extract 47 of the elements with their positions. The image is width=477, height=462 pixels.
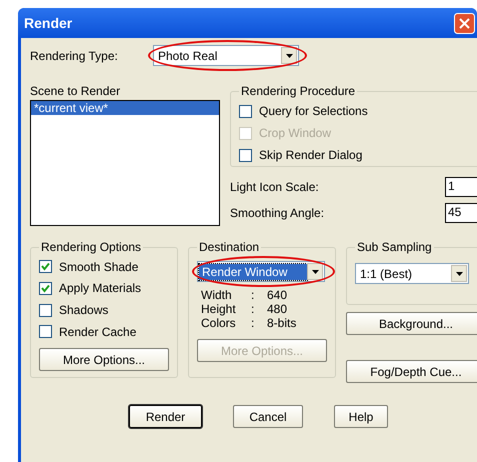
checkbox-label: Smooth Shade <box>59 260 138 274</box>
info-label: Height <box>201 302 237 316</box>
info-label: Colors <box>201 316 237 330</box>
checkbox[interactable] <box>239 148 252 162</box>
more-options-button[interactable]: More Options... <box>39 348 169 371</box>
dialog-button[interactable]: Render <box>129 405 202 428</box>
dropdown[interactable]: Render Window <box>197 261 325 282</box>
input-field[interactable]: 45 <box>445 203 477 223</box>
info-separator: : <box>251 302 256 316</box>
info-value: 480 <box>267 302 288 316</box>
checkbox-label: Skip Render Dialog <box>259 148 362 162</box>
info-label: Width <box>201 288 233 302</box>
info-value: 8-bits <box>267 316 298 330</box>
dropdown[interactable]: Photo Real <box>153 45 299 66</box>
dialog-button[interactable]: Fog/Depth Cue... <box>346 360 477 383</box>
dropdown[interactable]: 1:1 (Best) <box>355 263 469 284</box>
info-value: 640 <box>267 288 288 302</box>
caret-icon <box>312 270 318 274</box>
dialog-button[interactable]: Help <box>334 405 388 428</box>
info-separator: : <box>251 316 256 330</box>
close-icon[interactable] <box>454 12 475 34</box>
caret-icon <box>286 54 292 58</box>
checkbox[interactable] <box>39 282 52 295</box>
field-label: Smoothing Angle: <box>230 206 324 220</box>
dialog-button[interactable]: Cancel <box>233 405 303 428</box>
input-field[interactable]: 1 <box>445 177 477 197</box>
group-title: Rendering Procedure <box>240 84 356 98</box>
checkbox[interactable] <box>39 260 52 274</box>
checkbox-label: Query for Selections <box>259 104 368 118</box>
checkbox-label: Crop Window <box>259 126 332 140</box>
list-item[interactable]: *current view* <box>31 101 219 115</box>
checkbox[interactable] <box>39 304 52 317</box>
caret-icon <box>456 272 462 276</box>
checkbox[interactable] <box>39 325 52 338</box>
info-separator: : <box>251 288 256 302</box>
group-title: Rendering Options <box>40 240 142 254</box>
checkbox-label: Render Cache <box>59 324 136 339</box>
checkbox-label: Shadows <box>59 303 108 318</box>
checkbox-label: Apply Materials <box>59 281 142 296</box>
field-label: Light Icon Scale: <box>230 180 319 194</box>
checkbox[interactable] <box>239 104 252 118</box>
window-title: Render <box>24 15 72 31</box>
group-title: Sub Sampling <box>356 240 433 254</box>
list-label: Scene to Render <box>30 84 120 98</box>
field-label: Rendering Type: <box>30 48 119 62</box>
dialog-button[interactable]: Background... <box>346 312 477 335</box>
group-title: Destination <box>198 240 260 254</box>
